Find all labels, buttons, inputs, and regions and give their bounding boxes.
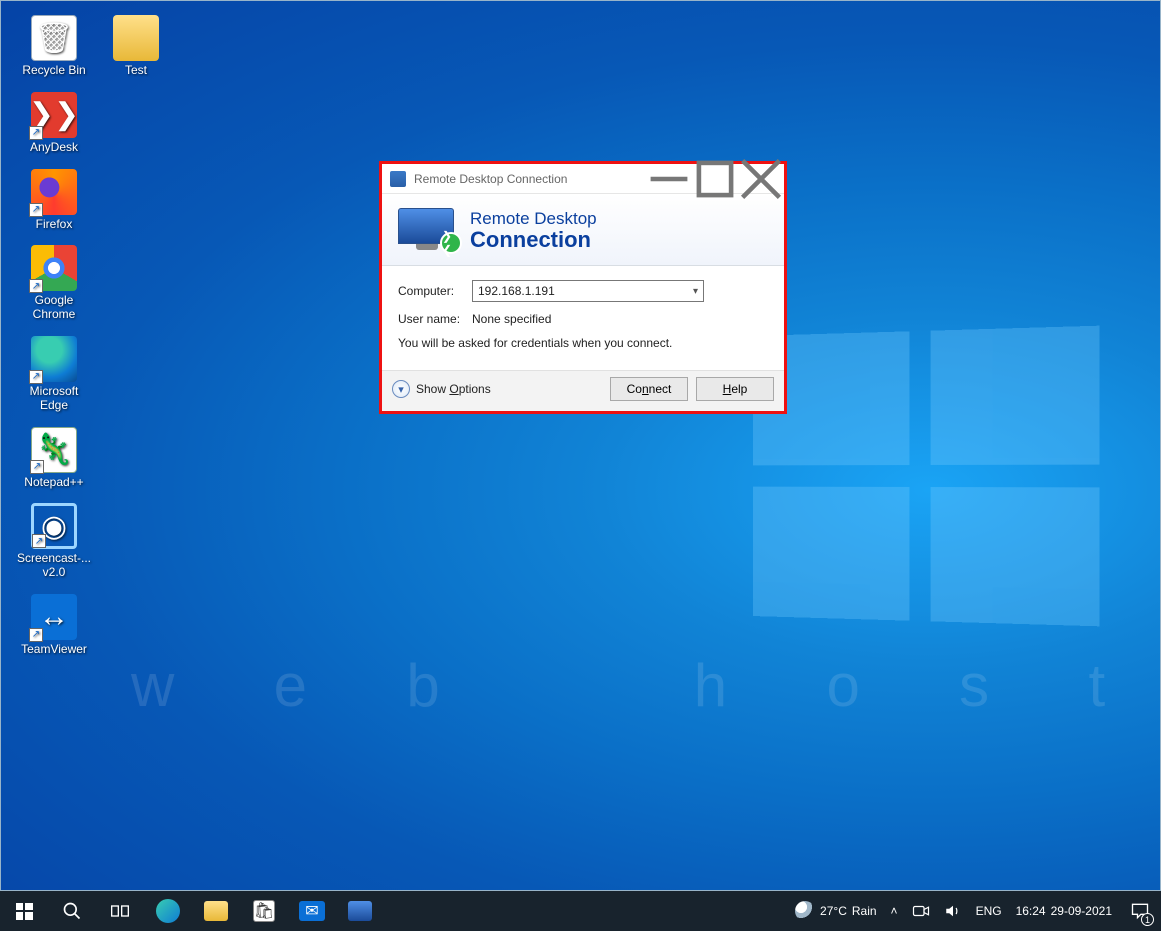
meet-now-icon: [912, 902, 930, 920]
rdc-highlight-frame: Remote Desktop Connection ❯❮ Remote Desk: [379, 161, 787, 414]
rdc-titlebar-icon: [390, 171, 406, 187]
username-value: None specified: [472, 312, 551, 326]
search-icon: [62, 901, 82, 921]
remote-desktop-window: Remote Desktop Connection ❯❮ Remote Desk: [382, 164, 784, 411]
credentials-note: You will be asked for credentials when y…: [398, 336, 768, 350]
icon-label: Microsoft Edge: [15, 385, 93, 413]
rdc-banner: ❯❮ Remote Desktop Connection: [382, 194, 784, 266]
desktop-icon-firefox[interactable]: ↗Firefox: [15, 169, 93, 232]
close-button[interactable]: [738, 164, 784, 194]
system-tray: 27°C Rain ˄ ENG 16:24 29-09-2021 1: [788, 891, 1161, 931]
icon-label: Notepad++: [15, 476, 93, 490]
anydesk-icon: ❯❯↗: [31, 92, 77, 138]
clock-time: 16:24: [1016, 904, 1046, 918]
rdc-icon: [348, 901, 372, 921]
desktop-icon-folder-test[interactable]: Test: [97, 15, 175, 78]
start-button[interactable]: [0, 891, 48, 931]
desktop-icon-teamviewer[interactable]: ↔↗ TeamViewer: [15, 594, 93, 657]
task-view-icon: [110, 901, 130, 921]
taskbar-app-explorer[interactable]: [192, 891, 240, 931]
shortcut-arrow-icon: ↗: [29, 279, 43, 293]
clock-date: 29-09-2021: [1051, 904, 1112, 918]
taskbar-app-edge[interactable]: [144, 891, 192, 931]
computer-label: Computer:: [398, 284, 472, 298]
chevron-down-circle-icon: ▾: [392, 380, 410, 398]
desktop-icon-recycle-bin[interactable]: 🗑 Recycle Bin: [15, 15, 93, 78]
shortcut-arrow-icon: ↗: [30, 460, 44, 474]
banner-line1: Remote Desktop: [470, 209, 597, 229]
taskbar: 🛍 ✉ 27°C Rain ˄ ENG 16:24 29-09-2021 1: [0, 891, 1161, 931]
username-label: User name:: [398, 312, 472, 326]
tray-meet-now[interactable]: [905, 891, 937, 931]
desktop-icon-google-chrome[interactable]: ↗Google Chrome: [15, 245, 93, 322]
computer-combobox[interactable]: 192.168.1.191 ▾: [472, 280, 704, 302]
tray-clock[interactable]: 16:24 29-09-2021: [1009, 891, 1119, 931]
banner-line2: Connection: [470, 229, 597, 251]
microsoft-edge-icon: ↗: [31, 336, 77, 382]
show-options-toggle[interactable]: ▾ Show Options: [392, 380, 491, 398]
volume-icon: [944, 902, 962, 920]
icon-label: Firefox: [15, 218, 93, 232]
firefox-icon: ↗: [31, 169, 77, 215]
icon-label: AnyDesk: [15, 141, 93, 155]
mail-icon: ✉: [299, 901, 325, 921]
file-explorer-icon: [204, 901, 228, 921]
edge-icon: [156, 899, 180, 923]
weather-widget[interactable]: 27°C Rain: [788, 891, 884, 931]
chevron-down-icon: ▾: [693, 286, 698, 297]
shortcut-arrow-icon: ↗: [29, 370, 43, 384]
shortcut-arrow-icon: ↗: [29, 628, 43, 642]
notification-badge: 1: [1141, 913, 1154, 926]
tray-overflow[interactable]: ˄: [884, 891, 905, 931]
folder-test-icon: [113, 15, 159, 61]
shortcut-arrow-icon: ↗: [29, 126, 43, 140]
connect-button[interactable]: Connect: [610, 377, 688, 401]
search-button[interactable]: [48, 891, 96, 931]
recycle-bin-icon: 🗑: [31, 15, 77, 61]
desktop-icons-col1: 🗑Recycle Bin❯❯↗AnyDesk↗Firefox↗Google Ch…: [15, 15, 93, 657]
desktop-icon-anydesk[interactable]: ❯❯↗ AnyDesk: [15, 92, 93, 155]
titlebar[interactable]: Remote Desktop Connection: [382, 164, 784, 194]
icon-label: Screencast-... v2.0: [15, 552, 93, 580]
help-button[interactable]: Help: [696, 377, 774, 401]
watermark-text: w e b h o s t i n g: [131, 651, 1161, 720]
desktop: w e b h o s t i n g 🗑 Recycle Bin ❯❯↗ AnyDe…: [0, 0, 1161, 891]
taskbar-app-store[interactable]: 🛍: [240, 891, 288, 931]
icon-label: Recycle Bin: [15, 64, 93, 78]
google-chrome-icon: ↗: [31, 245, 77, 291]
desktop-icon-screencast[interactable]: ◉↗ Screencast-... v2.0: [15, 503, 93, 580]
shortcut-arrow-icon: ↗: [29, 203, 43, 217]
tray-language[interactable]: ENG: [969, 891, 1009, 931]
computer-value: 192.168.1.191: [478, 284, 555, 298]
windows-logo-watermark: [753, 326, 1099, 627]
taskbar-app-mail[interactable]: ✉: [288, 891, 336, 931]
maximize-button[interactable]: [692, 164, 738, 194]
icon-label: Google Chrome: [15, 294, 93, 322]
windows-logo-icon: [16, 903, 33, 920]
show-options-label: Show Options: [416, 382, 491, 396]
desktop-icons-col2: Test: [97, 15, 175, 78]
screencast-icon: ◉↗: [31, 503, 77, 549]
rdc-banner-icon: ❯❮: [398, 208, 456, 252]
task-view-button[interactable]: [96, 891, 144, 931]
desktop-icon-microsoft-edge[interactable]: ↗Microsoft Edge: [15, 336, 93, 413]
teamviewer-icon: ↔↗: [31, 594, 77, 640]
weather-cond: Rain: [852, 904, 877, 918]
tray-volume[interactable]: [937, 891, 969, 931]
action-center-button[interactable]: 1: [1119, 891, 1161, 931]
shortcut-arrow-icon: ↗: [32, 534, 46, 548]
icon-label: Test: [97, 64, 175, 78]
taskbar-app-rdc[interactable]: [336, 891, 384, 931]
store-icon: 🛍: [253, 900, 275, 922]
weather-icon: [795, 901, 815, 921]
lang-text: ENG: [976, 904, 1002, 918]
window-title: Remote Desktop Connection: [414, 172, 646, 186]
notepad-pp-icon: 🦎↗: [31, 427, 77, 473]
weather-temp: 27°C: [820, 904, 847, 918]
chevron-up-icon: ˄: [891, 904, 898, 918]
minimize-button[interactable]: [646, 164, 692, 194]
desktop-icon-notepad-pp[interactable]: 🦎↗ Notepad++: [15, 427, 93, 490]
icon-label: TeamViewer: [15, 643, 93, 657]
